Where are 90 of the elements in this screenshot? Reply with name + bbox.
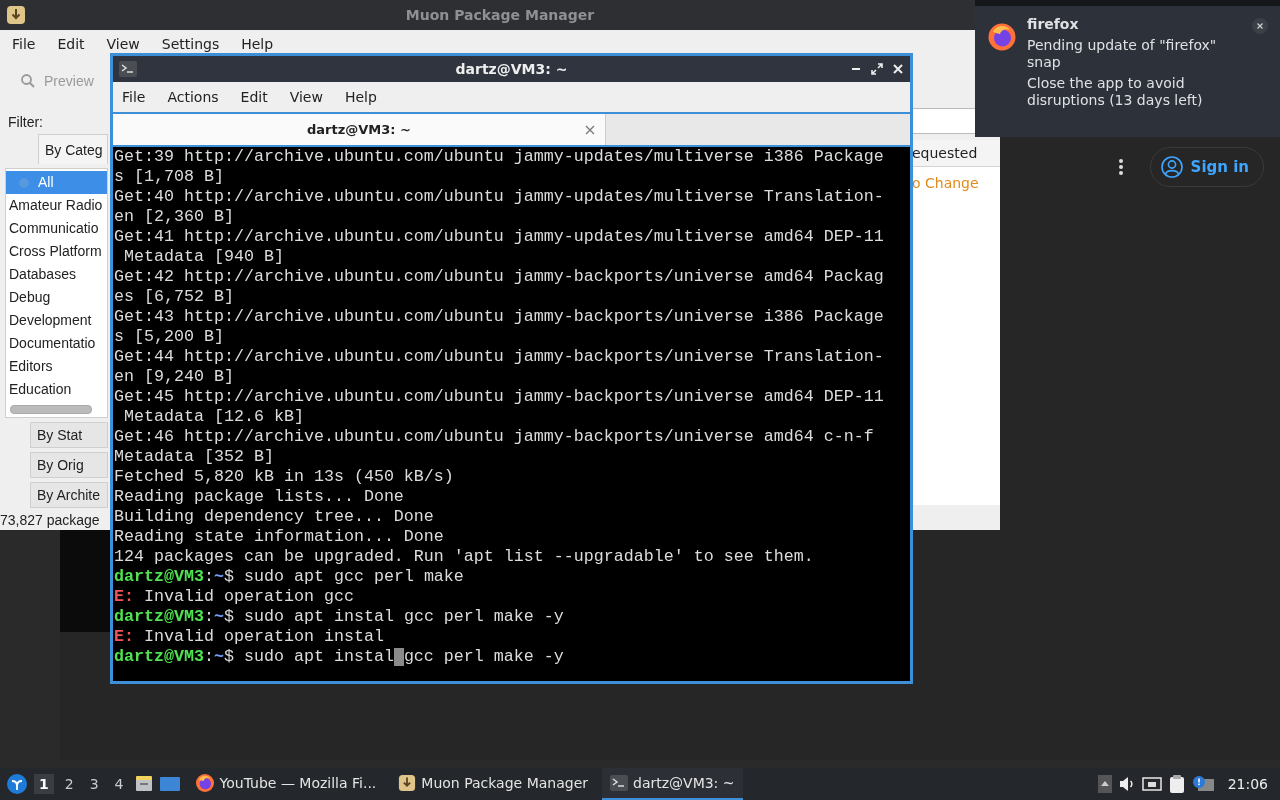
firefox-icon bbox=[987, 22, 1017, 52]
table-cell: o Change bbox=[912, 167, 1000, 505]
workspace-button[interactable]: 4 bbox=[109, 774, 129, 794]
category-icon bbox=[18, 176, 30, 189]
menu-item[interactable]: View bbox=[282, 89, 330, 105]
taskbar-button[interactable]: dartz@VM3: ~ bbox=[602, 768, 743, 800]
terminal-line: Get:40 http://archive.ubuntu.com/ubuntu jammy-updates/multiverse Translation- bbox=[114, 187, 884, 206]
terminal-line: dartz@VM3:~$ sudo apt instal gcc perl make -y bbox=[114, 607, 564, 626]
desktop-icon[interactable] bbox=[158, 775, 181, 793]
terminal-line: Get:43 http://archive.ubuntu.com/ubuntu jammy-backports/universe i386 Package bbox=[114, 307, 884, 326]
category-item[interactable]: Editors bbox=[6, 355, 107, 378]
terminal-line: Get:41 http://archive.ubuntu.com/ubuntu jammy-updates/multiverse amd64 DEP-11 bbox=[114, 227, 884, 246]
terminal-line: E: Invalid operation gcc bbox=[114, 587, 354, 606]
terminal-line: E: Invalid operation instal bbox=[114, 627, 384, 646]
terminal-line: Get:44 http://archive.ubuntu.com/ubuntu jammy-backports/universe Translation- bbox=[114, 347, 884, 366]
terminal-line: Reading state information... Done bbox=[114, 527, 444, 546]
close-icon[interactable] bbox=[892, 63, 904, 75]
terminal-line: dartz@VM3:~$ sudo apt instal bbox=[114, 647, 394, 666]
category-item[interactable]: Documentatio bbox=[6, 332, 107, 355]
window-title: dartz@VM3: ~ bbox=[454, 61, 569, 77]
terminal-line: s [1,708 B] bbox=[114, 167, 224, 186]
terminal-icon bbox=[119, 61, 137, 77]
menu-item[interactable]: File bbox=[4, 36, 44, 52]
package-icon bbox=[6, 5, 26, 25]
clipboard-icon[interactable] bbox=[1167, 774, 1186, 794]
search-icon bbox=[20, 73, 36, 89]
notification-detail: Close the app to avoid disruptions (13 days left) bbox=[1027, 75, 1204, 109]
terminal-tab[interactable]: dartz@VM3: ~ bbox=[113, 114, 606, 145]
category-item[interactable]: Development bbox=[6, 309, 107, 332]
terminal-line: es [6,752 B] bbox=[114, 287, 234, 306]
filter-tab[interactable]: By Stat bbox=[30, 422, 108, 448]
terminal-line: Get:45 http://archive.ubuntu.com/ubuntu jammy-backports/universe amd64 DEP-11 bbox=[114, 387, 884, 406]
maximize-icon[interactable] bbox=[871, 63, 883, 75]
menu-item[interactable]: Edit bbox=[49, 36, 93, 52]
category-item[interactable]: Cross Platform bbox=[6, 240, 107, 263]
close-tab-icon[interactable] bbox=[585, 124, 595, 135]
menu-item[interactable]: Settings bbox=[153, 36, 228, 52]
close-icon[interactable] bbox=[1252, 18, 1268, 34]
terminal-line: dartz@VM3:~$ sudo apt gcc perl make bbox=[114, 567, 464, 586]
terminal-line: en [2,360 B] bbox=[114, 207, 234, 226]
workspace-button[interactable]: 2 bbox=[59, 774, 79, 794]
filter-label: Filter: bbox=[8, 114, 44, 132]
terminal-line: Fetched 5,820 kB in 13s (450 kB/s) bbox=[114, 467, 454, 486]
terminal-line: s [5,200 B] bbox=[114, 327, 224, 346]
category-item[interactable]: Communicatio bbox=[6, 217, 107, 240]
window-title: Muon Package Manager bbox=[404, 7, 596, 23]
terminal-icon bbox=[610, 775, 628, 791]
filter-tab[interactable]: By Orig bbox=[30, 452, 108, 478]
menu-item[interactable]: Actions bbox=[160, 89, 226, 105]
scrollbar[interactable] bbox=[10, 405, 92, 414]
category-item[interactable]: Databases bbox=[6, 263, 107, 286]
workspace-button[interactable]: 1 bbox=[34, 774, 54, 794]
user-icon bbox=[1160, 156, 1183, 178]
menu-item[interactable]: Help bbox=[337, 89, 384, 105]
notification-title: firefox bbox=[1027, 16, 1080, 33]
category-item[interactable]: Amateur Radio bbox=[6, 194, 107, 217]
tray-up-icon[interactable] bbox=[1097, 775, 1112, 793]
terminal-line: Get:42 http://archive.ubuntu.com/ubuntu jammy-backports/universe amd64 Packag bbox=[114, 267, 884, 286]
more-icon[interactable] bbox=[1117, 158, 1124, 176]
terminal-line: Building dependency tree... Done bbox=[114, 507, 434, 526]
menu-item[interactable]: Help bbox=[233, 36, 282, 52]
terminal-line: Metadata [12.6 kB] bbox=[123, 407, 304, 426]
network-icon[interactable] bbox=[1141, 775, 1162, 793]
file-manager-icon[interactable] bbox=[134, 775, 153, 793]
firefox-icon bbox=[194, 773, 215, 793]
category-item[interactable]: Education bbox=[6, 378, 107, 401]
terminal-line: Get:39 http://archive.ubuntu.com/ubuntu jammy-updates/multiverse i386 Package bbox=[114, 147, 884, 166]
clock: 21:06 bbox=[1227, 776, 1268, 792]
package-icon bbox=[398, 774, 417, 792]
terminal-line: en [9,240 B] bbox=[114, 367, 234, 386]
category-item[interactable]: Debug bbox=[6, 286, 107, 309]
column-header[interactable]: equested bbox=[912, 140, 1000, 167]
filter-tab[interactable]: By Categ bbox=[38, 134, 108, 164]
status-text: 73,827 package bbox=[0, 512, 101, 528]
terminal-line: 124 packages can be upgraded. Run 'apt list --upgradable' to see them. bbox=[114, 547, 814, 566]
menu-item[interactable]: Edit bbox=[233, 89, 275, 105]
taskbar-button[interactable]: YouTube — Mozilla Fi... bbox=[186, 768, 385, 800]
filter-tab[interactable]: By Archite bbox=[30, 482, 108, 508]
notification-message: Pending update of "firefox" snap bbox=[1027, 37, 1218, 71]
workspace-button[interactable]: 3 bbox=[84, 774, 104, 794]
menu-item[interactable]: File bbox=[115, 89, 153, 105]
notification-icon[interactable] bbox=[1191, 775, 1214, 793]
terminal-line: Get:46 http://archive.ubuntu.com/ubuntu jammy-backports/universe amd64 c-n-f bbox=[114, 427, 874, 446]
start-menu-icon[interactable] bbox=[6, 773, 28, 795]
terminal-line: Metadata [940 B] bbox=[123, 247, 284, 266]
terminal-line: Reading package lists... Done bbox=[114, 487, 404, 506]
terminal-line: Metadata [352 B] bbox=[114, 447, 274, 466]
taskbar-button[interactable]: Muon Package Manager bbox=[390, 768, 596, 800]
menu-item[interactable]: View bbox=[98, 36, 148, 52]
terminal-line: gcc perl make -y bbox=[403, 647, 564, 666]
